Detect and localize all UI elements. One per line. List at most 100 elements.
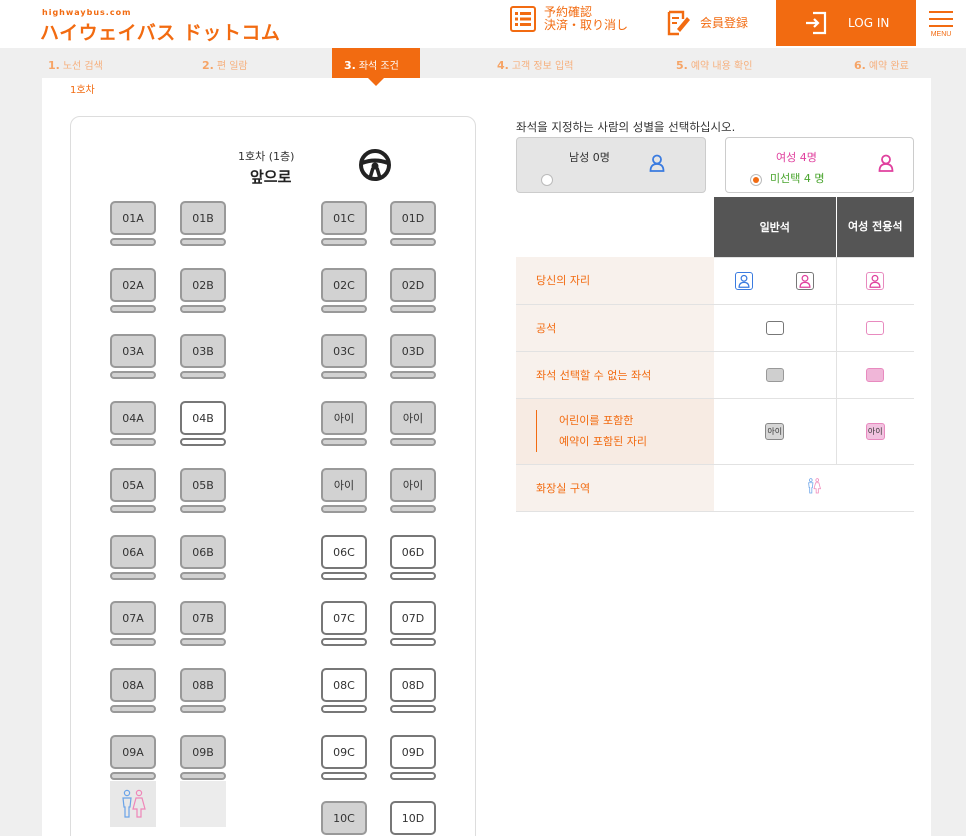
logo[interactable]: ハイウェイバス ドットコム xyxy=(40,18,280,45)
legend-child: 어린이를 포함한 예약이 포함된 자리 xyxy=(516,398,714,465)
seat: 10C xyxy=(321,801,367,836)
your-seat-female-only-icon xyxy=(835,257,914,305)
seat-base xyxy=(180,438,226,446)
seat: 05A xyxy=(110,468,156,516)
restroom-legend-icon xyxy=(714,464,914,512)
step-5: 5. 예약 내용 확인 xyxy=(676,59,753,72)
seat: 03B xyxy=(180,334,226,382)
logo-domain: highwaybus.com xyxy=(42,8,132,17)
male-count: 남성 0명 xyxy=(569,151,610,164)
active-step-arrow xyxy=(368,78,384,86)
seat-base xyxy=(180,238,226,246)
member-register-button[interactable]: 会員登録 xyxy=(666,10,748,36)
seat-label: 08A xyxy=(110,668,156,702)
unselected-count: 미선택 4 명 xyxy=(770,172,825,185)
legend-restroom: 화장실 구역 xyxy=(516,464,714,512)
hamburger-bar xyxy=(929,18,953,20)
seat-base xyxy=(321,638,367,646)
seat-label: 09C xyxy=(321,735,367,769)
seat-label: 02D xyxy=(390,268,436,302)
seat-base xyxy=(390,305,436,313)
seat-label: 10D xyxy=(390,801,436,835)
seat[interactable]: 06D xyxy=(390,535,436,583)
seat: 06A xyxy=(110,535,156,583)
seat: 아이 xyxy=(321,468,367,516)
seat-base xyxy=(390,705,436,713)
seat-label: 03A xyxy=(110,334,156,368)
steering-wheel-icon xyxy=(359,149,391,181)
seat-base xyxy=(180,505,226,513)
menu-button[interactable]: MENU xyxy=(926,6,956,46)
your-seat-male-icon xyxy=(714,257,774,305)
seat[interactable]: 04B xyxy=(180,401,226,449)
seat-label: 08B xyxy=(180,668,226,702)
reservation-check-button[interactable]: 予約確認 決済・取り消し xyxy=(510,6,628,32)
seat[interactable]: 08D xyxy=(390,668,436,716)
person-icon xyxy=(738,274,750,288)
seat: 02B xyxy=(180,268,226,316)
seat: 08B xyxy=(180,668,226,716)
seat-base xyxy=(110,305,156,313)
female-count: 여성 4명 xyxy=(776,151,817,164)
seat-legend: 일반석 여성 전용석 당신의 자리 공석 좌석 선택할 수 없는 좌석 어린이를… xyxy=(516,197,914,512)
seat: 03A xyxy=(110,334,156,382)
member-register-label: 会員登録 xyxy=(700,15,749,30)
seat[interactable]: 09C xyxy=(321,735,367,783)
seat-label: 05A xyxy=(110,468,156,502)
seat-label: 10C xyxy=(321,801,367,835)
seat: 09A xyxy=(110,735,156,783)
seat-label: 08D xyxy=(390,668,436,702)
seat-base xyxy=(110,371,156,379)
seat-base xyxy=(110,572,156,580)
seat-label: 아이 xyxy=(321,468,367,502)
login-button[interactable]: LOG IN xyxy=(776,0,916,46)
legend-your-seat: 당신의 자리 xyxy=(516,257,714,305)
seat-label: 04A xyxy=(110,401,156,435)
seat-base xyxy=(390,572,436,580)
seat-label: 아이 xyxy=(390,401,436,435)
male-radio[interactable] xyxy=(541,174,553,186)
seat-label: 02B xyxy=(180,268,226,302)
header: highwaybus.com ハイウェイバス ドットコム 予約確認 決済・取り消… xyxy=(0,0,966,48)
unselectable-seat-icon xyxy=(714,351,836,399)
seat[interactable]: 07D xyxy=(390,601,436,649)
seat[interactable]: 08C xyxy=(321,668,367,716)
person-icon xyxy=(869,274,881,288)
step-6: 6. 예약 완료 xyxy=(854,59,909,72)
step-3-active: 3. 좌석 조건 xyxy=(332,48,420,86)
seat-label: 06A xyxy=(110,535,156,569)
seat: 아이 xyxy=(390,468,436,516)
vacant-female-seat-icon xyxy=(835,304,914,352)
vacant-seat-icon xyxy=(714,304,836,352)
seat: 02D xyxy=(390,268,436,316)
child-female-seat-icon: 아이 xyxy=(835,398,914,465)
seat-label: 06C xyxy=(321,535,367,569)
restroom-area xyxy=(110,781,156,827)
female-radio[interactable] xyxy=(750,174,762,186)
seat: 03D xyxy=(390,334,436,382)
seat-label: 01D xyxy=(390,201,436,235)
seat-label: 03C xyxy=(321,334,367,368)
seat[interactable]: 06C xyxy=(321,535,367,583)
seat[interactable]: 09D xyxy=(390,735,436,783)
pencil-form-icon xyxy=(667,10,690,36)
seat: 02A xyxy=(110,268,156,316)
seat-base xyxy=(180,572,226,580)
seat[interactable]: 10D xyxy=(390,801,436,836)
seat-base xyxy=(390,638,436,646)
seat-label: 05B xyxy=(180,468,226,502)
step-1: 1. 노선 검색 xyxy=(48,59,103,72)
male-option[interactable]: 남성 0명 xyxy=(516,137,706,193)
car-label: 1호차 xyxy=(70,85,95,96)
seat-base xyxy=(321,705,367,713)
seat-base xyxy=(110,638,156,646)
legend-col-female: 여성 전용석 xyxy=(835,197,914,258)
seat-label: 03B xyxy=(180,334,226,368)
seat-label: 07B xyxy=(180,601,226,635)
seat-base xyxy=(321,438,367,446)
seat[interactable]: 07C xyxy=(321,601,367,649)
seat: 아이 xyxy=(321,401,367,449)
female-option[interactable]: 여성 4명 미선택 4 명 xyxy=(725,137,914,193)
seat: 03C xyxy=(321,334,367,382)
seat-label: 03D xyxy=(390,334,436,368)
